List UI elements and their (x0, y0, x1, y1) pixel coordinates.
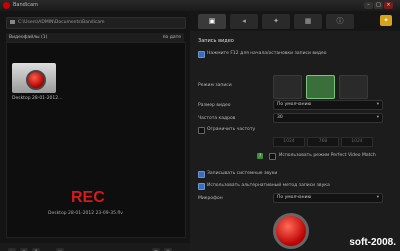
perfect-match-checkbox[interactable] (269, 153, 276, 160)
settings-icon[interactable]: ✦ (380, 15, 392, 26)
limit-label: Ограничить частоту (207, 127, 256, 132)
file-name[interactable]: Desktop 28-01-2012... (12, 96, 62, 101)
mode-label: Режим записи (198, 83, 232, 88)
file-thumbnail[interactable] (12, 63, 56, 93)
tab-capture[interactable]: ▦ (294, 14, 322, 29)
mic-label: Микрофон (198, 196, 223, 201)
mic-select[interactable]: По умолчанию ▾ (273, 193, 383, 203)
chevron-down-icon: ▾ (376, 102, 379, 107)
fps-value: 30 (277, 115, 283, 120)
limit-field-1[interactable]: 1024 (273, 137, 305, 147)
folder-icon (10, 20, 15, 24)
alt-audio-checkbox[interactable] (198, 183, 205, 190)
alt-audio-label: Использовать альтернативный метод записи… (207, 183, 330, 188)
sort-dropdown[interactable]: по дате (163, 35, 181, 40)
output-path-field[interactable]: C:\Users\ADMIN\Documents\Bandicam (6, 17, 186, 29)
section-title: Запись видео (198, 38, 234, 44)
help-icon[interactable]: ? (257, 153, 263, 159)
system-sound-checkbox[interactable] (198, 171, 205, 178)
app-window: Bandicam – □ × C:\Users\ADMIN\Documents\… (0, 0, 400, 251)
file-list-title: Видеофайлы (1) (9, 35, 48, 40)
hotkey-checkbox[interactable] (198, 51, 205, 58)
chevron-down-icon: ▾ (376, 195, 379, 200)
fps-label: Частота кадров (198, 116, 236, 121)
record-button[interactable] (273, 213, 309, 249)
app-logo-icon (3, 2, 10, 9)
size-label: Размер видео (198, 103, 231, 108)
region-mode-button[interactable] (339, 75, 368, 99)
size-value: По умолчанию (277, 102, 312, 107)
tab-video[interactable]: ▣ (198, 14, 226, 29)
rec-file-name: Desktop 28-01-2012 23-09-35.flv (48, 211, 123, 216)
title-bar: Bandicam – □ × (0, 0, 400, 11)
output-path-text: C:\Users\ADMIN\Documents\Bandicam (18, 20, 105, 25)
screen-mode-button[interactable] (306, 75, 335, 99)
tab-about[interactable]: ⓘ (326, 14, 354, 29)
settings-tabs: ▣ ◂ ✦ ▦ ⓘ ✦ (190, 11, 400, 31)
rec-status: REC (71, 189, 105, 206)
fps-select[interactable]: 30 ▾ (273, 113, 383, 123)
system-sound-label: Записывать системные звуки (207, 171, 278, 176)
maximize-button[interactable]: □ (374, 2, 383, 9)
file-toolbar: ▸ ▪ ↑ ▭ ≡ × (0, 243, 190, 251)
record-icon (26, 70, 46, 90)
file-list: Desktop 28-01-2012... (6, 42, 186, 238)
watermark: soft-2008. (349, 237, 396, 248)
tab-audio[interactable]: ◂ (230, 14, 258, 29)
limit-field-2[interactable]: 768 (307, 137, 339, 147)
size-select[interactable]: По умолчанию ▾ (273, 100, 383, 110)
close-button[interactable]: × (384, 2, 393, 9)
game-mode-button[interactable] (273, 75, 302, 99)
file-panel: C:\Users\ADMIN\Documents\Bandicam Видеоф… (0, 11, 190, 251)
minimize-button[interactable]: – (364, 2, 373, 9)
limit-checkbox[interactable] (198, 127, 205, 134)
limit-field-3[interactable]: 1024 (341, 137, 373, 147)
tab-options[interactable]: ✦ (262, 14, 290, 29)
window-title: Bandicam (13, 2, 38, 8)
mic-value: По умолчанию (277, 195, 312, 200)
chevron-down-icon: ▾ (376, 115, 379, 120)
hotkey-label: Нажмите F12 для начала/остановки записи … (207, 51, 327, 56)
perfect-match-label: Использовать режим Perfect Video Match (279, 153, 376, 158)
